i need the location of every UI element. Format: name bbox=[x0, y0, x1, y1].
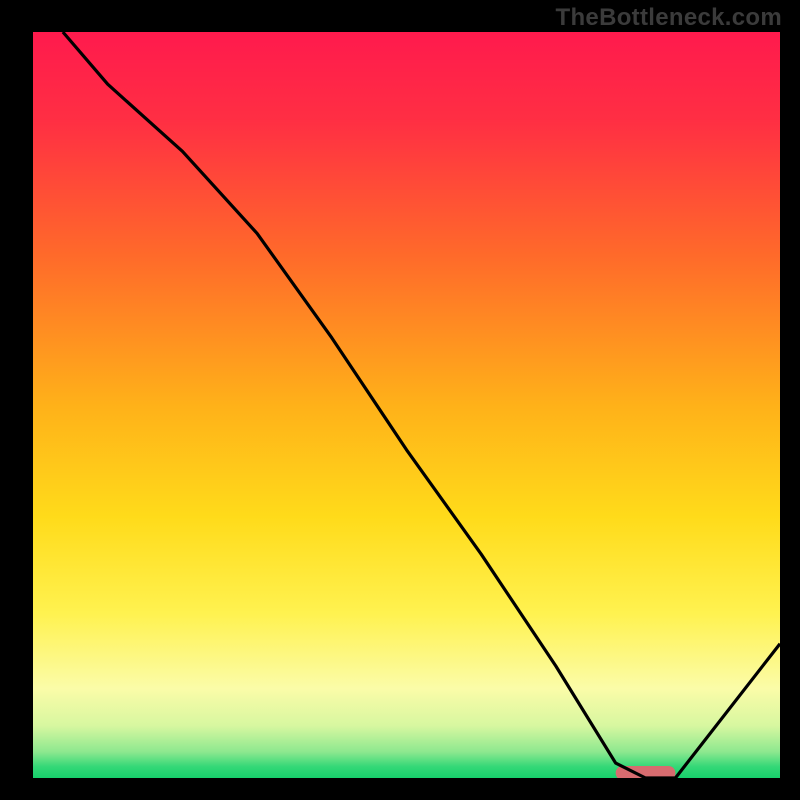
gradient-background bbox=[33, 32, 780, 778]
chart-svg bbox=[0, 0, 800, 800]
chart-container: TheBottleneck.com bbox=[0, 0, 800, 800]
watermark-text: TheBottleneck.com bbox=[556, 4, 782, 32]
